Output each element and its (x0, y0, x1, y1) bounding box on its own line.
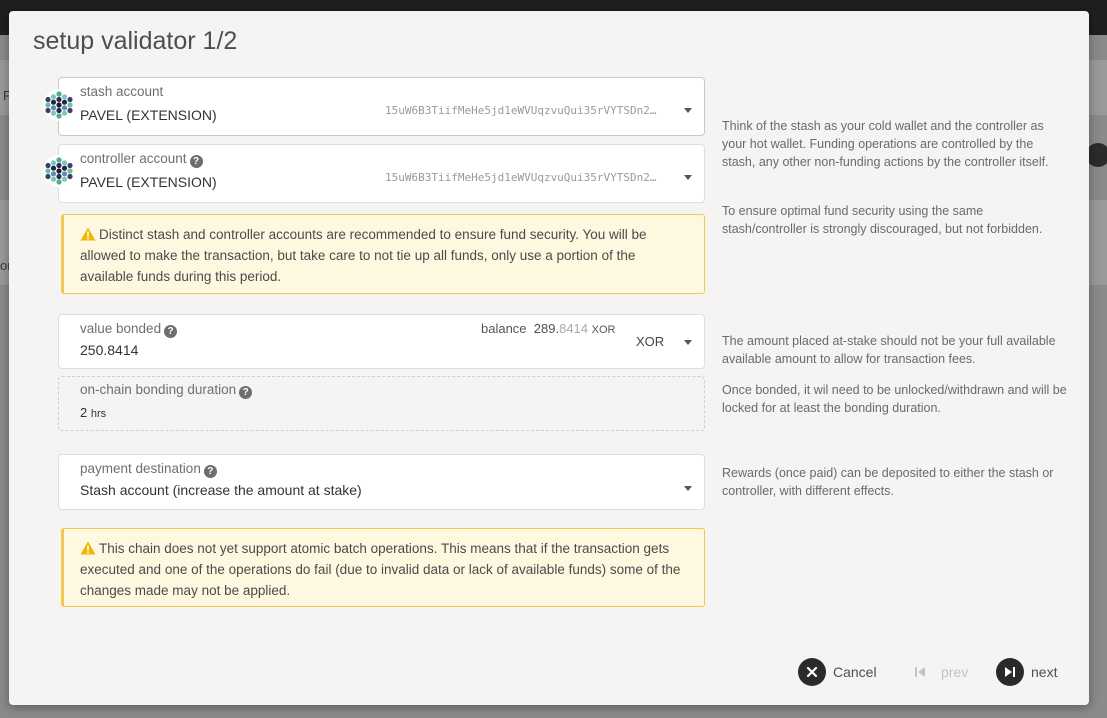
batch-warning: This chain does not yet support atomic b… (61, 528, 705, 607)
accounts-warning: Distinct stash and controller accounts a… (61, 214, 705, 294)
chevron-down-icon[interactable] (684, 175, 692, 180)
setup-validator-modal: setup validator 1/2 stash account PAVEL … (9, 11, 1089, 705)
question-icon[interactable]: ? (239, 386, 253, 399)
next-label: next (1031, 664, 1058, 680)
help-duration: Once bonded, it wil need to be unlocked/… (722, 383, 1067, 415)
question-icon[interactable]: ? (189, 155, 203, 168)
help-accounts-1: Think of the stash as your cold wallet a… (722, 119, 1049, 169)
controller-account-dropdown[interactable]: controller account? PAVEL (EXTENSION) 15… (58, 144, 705, 203)
chevron-down-icon[interactable] (684, 486, 692, 491)
help-payment: Rewards (once paid) can be deposited to … (722, 466, 1054, 498)
stash-account-address: 15uW6B3TiifMeHe5jd1eWVUqzvuQui35rVYTSDn2… (385, 104, 657, 117)
balance-integer: 289. (533, 321, 560, 336)
payment-destination-dropdown[interactable]: payment destination? Stash account (incr… (58, 454, 705, 510)
bonding-duration-field: on-chain bonding duration? 2 hrs (58, 376, 705, 431)
chevron-down-icon[interactable] (684, 108, 692, 113)
accounts-warning-text: Distinct stash and controller accounts a… (80, 227, 647, 284)
balance-unit: XOR (591, 324, 616, 336)
balance-label: balance (481, 321, 527, 336)
controller-identicon (43, 155, 75, 187)
help-accounts-2: To ensure optimal fund security using th… (722, 204, 1043, 236)
value-bonded-label: value bonded? (80, 321, 178, 338)
question-icon[interactable]: ? (203, 465, 217, 478)
prev-label: prev (941, 664, 969, 680)
unit-selector[interactable]: XOR (636, 334, 664, 349)
payment-destination-value: Stash account (increase the amount at st… (80, 482, 362, 498)
warning-icon (80, 541, 96, 555)
step-forward-icon (996, 658, 1024, 686)
bonding-duration-label: on-chain bonding duration? (80, 382, 253, 399)
cancel-button[interactable]: Cancel (798, 658, 877, 686)
controller-account-name: PAVEL (EXTENSION) (80, 174, 217, 190)
balance-display: balance 289.8414 XOR (481, 321, 615, 336)
warning-icon (80, 227, 96, 241)
value-bonded-input[interactable]: value bonded? 250.8414 balance 289.8414 … (58, 314, 705, 369)
modal-title: setup validator 1/2 (33, 27, 238, 55)
stash-account-dropdown[interactable]: stash account PAVEL (EXTENSION) 15uW6B3T… (58, 77, 705, 136)
close-icon (798, 658, 826, 686)
stash-account-name: PAVEL (EXTENSION) (80, 107, 217, 123)
stash-identicon (43, 89, 75, 121)
backdrop-text: N (1098, 148, 1107, 163)
controller-account-label: controller account? (80, 151, 203, 168)
balance-decimal: 8414 (559, 321, 589, 336)
chevron-down-icon[interactable] (684, 340, 692, 345)
cancel-label: Cancel (833, 664, 877, 680)
next-button[interactable]: next (996, 658, 1057, 686)
bonding-duration-value: 2 hrs (80, 405, 107, 420)
value-bonded-value[interactable]: 250.8414 (80, 342, 138, 358)
step-backward-icon (906, 658, 934, 686)
prev-button[interactable]: prev (906, 658, 968, 686)
payment-destination-label: payment destination? (80, 461, 217, 478)
controller-account-address: 15uW6B3TiifMeHe5jd1eWVUqzvuQui35rVYTSDn2… (385, 171, 657, 184)
stash-account-label: stash account (80, 84, 164, 99)
help-value: The amount placed at-stake should not be… (722, 334, 1056, 366)
batch-warning-text: This chain does not yet support atomic b… (80, 541, 681, 598)
question-icon[interactable]: ? (164, 325, 178, 338)
